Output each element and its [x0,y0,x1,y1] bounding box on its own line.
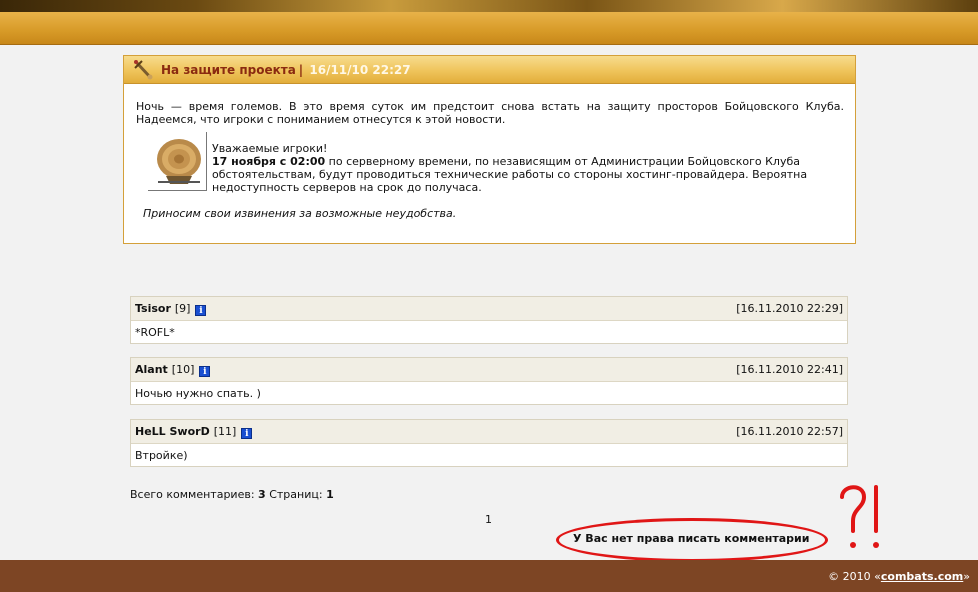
comment-text: Ночью нужно спать. ) [135,387,261,400]
info-icon[interactable]: i [195,305,207,316]
comment-date: [16.11.2010 22:57] [736,425,843,438]
comment-text: *ROFL* [135,326,175,339]
totals-pages-count: 1 [326,488,334,501]
copyright-close: » [963,570,970,583]
notice-text: Уважаемые игроки! 17 ноября с 02:00 по с… [212,142,844,194]
totals-comments-count: 3 [258,488,266,501]
notice-date: 17 ноября с 02:00 [212,155,326,168]
news-header: На защите проекта | 16/11/10 22:27 [124,56,855,84]
copyright-text: © 2010 « [828,570,881,583]
comment-author[interactable]: HeLL SworD [135,425,210,438]
sword-icon [134,60,153,80]
comment-author-line: HeLL SworD [11] i [135,425,253,439]
page-link[interactable]: 1 [485,513,492,526]
news-title[interactable]: На защите проекта [161,63,296,77]
totals-comments-label: Всего комментариев: [130,488,255,501]
comment-item: Alant [10] i [16.11.2010 22:41] Ночью нужн… [130,357,848,405]
comment-text: Втройке) [135,449,188,462]
comment-item: HeLL SworD [11] i [16.11.2010 22:57] Втрой… [130,419,848,467]
apology-text: Приносим свои извинения за возможные неу… [143,207,457,220]
annotation-marks [840,485,879,548]
comment-level: [11] [213,425,237,438]
news-title-line: На защите проекта | 16/11/10 22:27 [161,63,411,77]
news-box: На защите проекта | 16/11/10 22:27 Ночь —… [123,55,856,244]
comment-author-line: Alant [10] i [135,363,211,377]
top-bar [0,12,978,45]
notice-greeting: Уважаемые игроки! [212,142,328,155]
no-rights-message: У Вас нет права писать комментарии [573,532,810,545]
comment-author[interactable]: Tsisor [135,302,171,315]
notice-block: Уважаемые игроки! 17 ноября с 02:00 по с… [148,132,844,194]
comment-totals: Всего комментариев: 3 Страниц: 1 [130,488,334,501]
comment-header: HeLL SworD [11] i [16.11.2010 22:57] [131,420,847,444]
totals-pages-label: Страниц: [269,488,323,501]
info-icon[interactable]: i [241,428,253,439]
comment-header: Tsisor [9] i [16.11.2010 22:29] [131,297,847,321]
footer-copyright: © 2010 «combats.com» [828,570,970,583]
comment-item: Tsisor [9] i [16.11.2010 22:29] *ROFL* [130,296,848,344]
site-link[interactable]: combats.com [881,570,963,583]
info-icon[interactable]: i [199,366,211,377]
comment-author-line: Tsisor [9] i [135,302,207,316]
news-intro: Ночь — время големов. В это время суток … [136,100,844,126]
top-banner [0,0,978,12]
news-separator: | [298,63,304,77]
comment-author[interactable]: Alant [135,363,168,376]
comment-date: [16.11.2010 22:29] [736,302,843,315]
footer: © 2010 «combats.com» [0,560,978,592]
comment-header: Alant [10] i [16.11.2010 22:41] [131,358,847,382]
comment-date: [16.11.2010 22:41] [736,363,843,376]
news-date: 16/11/10 22:27 [309,63,411,77]
comment-level: [10] [171,363,195,376]
shield-image [148,132,207,191]
comment-level: [9] [174,302,191,315]
